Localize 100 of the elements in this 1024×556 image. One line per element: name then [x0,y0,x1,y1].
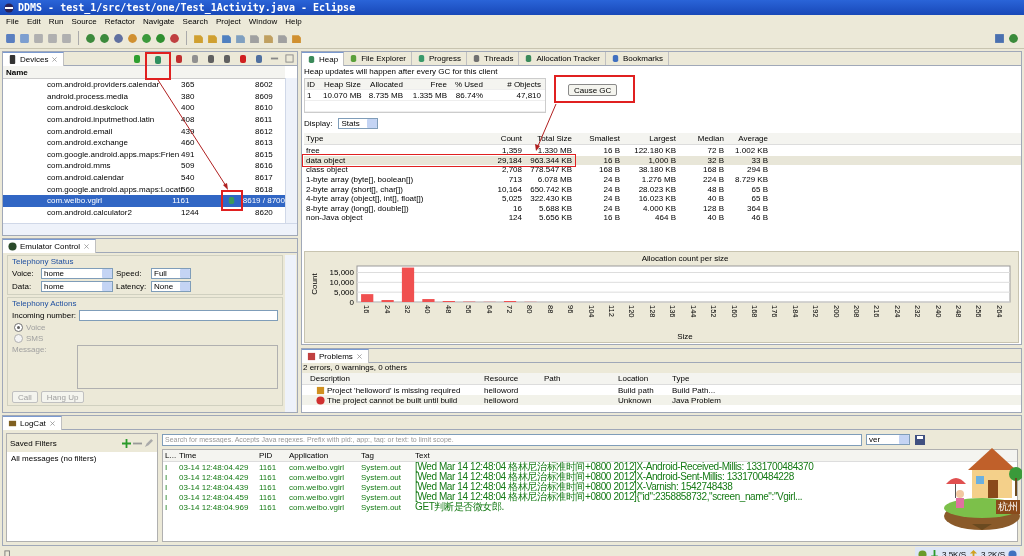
table-cell-text: System.out [360,502,402,512]
table-cell-text: 540 [180,173,196,183]
dropdown[interactable]: None [151,281,191,292]
add-button[interactable] [121,437,132,449]
level-dropdown[interactable]: ver [866,434,910,445]
toolbar-button[interactable] [4,31,17,45]
column-header[interactable]: Total Size [524,134,574,143]
column-header[interactable]: Allocated [363,79,405,89]
perspective-button[interactable] [1007,31,1020,45]
table-cell-text: 1161 [171,196,191,206]
view-tab[interactable]: Progress [412,52,468,65]
perspective-button[interactable] [993,31,1006,45]
tick-label: 5,000 [333,288,354,298]
column-header[interactable]: Application [287,451,359,460]
close-icon[interactable] [48,419,56,427]
column-header[interactable]: Name [3,67,28,77]
column-header[interactable]: Count [474,134,524,143]
view-tab[interactable]: Threads [467,52,520,65]
input-field[interactable] [79,310,278,321]
dropdown[interactable]: home [41,268,113,279]
menu-item[interactable]: Search [178,17,212,26]
menu-item[interactable]: Edit [22,17,45,26]
column-header[interactable]: Resource [482,374,542,383]
cause-gc-button[interactable]: Cause GC [568,84,618,96]
logcat-icon [8,418,17,428]
filter-item[interactable]: All messages (no filters) [11,454,97,463]
toolbar-button[interactable] [168,31,181,45]
table-cell-text: 400 [180,103,196,113]
scrollbar[interactable] [3,223,297,235]
table-cell-text: 29,184 [496,155,523,165]
toolbar-button[interactable] [140,31,153,45]
menu-item[interactable]: Source [67,17,101,26]
close-icon[interactable] [355,352,363,360]
column-header[interactable]: Time [177,451,257,460]
dropdown[interactable]: home [41,281,113,292]
table-row[interactable]: class object 2,708 778.547 KB 168 B 38.180 KB 168 B 294 B [304,165,1021,175]
column-header[interactable]: Free [405,79,449,89]
view-tab[interactable]: Allocation Tracker [519,52,606,65]
dropdown[interactable]: Full [151,268,191,279]
column-header[interactable]: ID [305,79,321,89]
view-tab[interactable]: Devices [3,52,65,66]
column-header[interactable]: Largest [622,134,678,143]
edit-button[interactable] [143,437,154,449]
column-header[interactable]: Median [678,134,726,143]
column-header[interactable]: Type [670,374,730,383]
column-header[interactable]: # Objects [485,79,543,89]
column-header[interactable]: Smallest [574,134,622,143]
column-header[interactable]: Path [542,374,616,383]
close-icon[interactable] [83,242,91,250]
fast-view-icon[interactable] [4,549,13,556]
column-header[interactable]: Tag [359,451,413,460]
cylinder-icon [174,53,184,64]
cylinder-icon [206,53,216,64]
column-header[interactable]: Type [304,134,474,143]
view-tab[interactable]: LogCat [3,416,62,430]
menu-item[interactable]: Refactor [100,17,139,26]
table-cell-text: 491 [180,149,196,159]
toolbar-button[interactable] [98,31,111,45]
column-header[interactable]: Description [302,374,482,383]
menu-item[interactable]: File [2,17,23,26]
chart-title: Allocation count per size [641,254,729,263]
toolbar-button[interactable] [18,31,31,45]
table-row[interactable]: non-Java object 124 5.656 KB 16 B 464 B 40 B 46 B [304,213,1021,223]
table-cell-text: com.android.exchange [46,138,129,148]
column-header[interactable]: Heap Size [321,79,363,89]
cylinder-icon [153,55,163,65]
column-header[interactable]: % Used [449,79,485,89]
close-icon[interactable] [51,55,59,63]
table-cell-text: 5,025 [500,194,523,204]
menu-item[interactable]: Window [244,17,282,26]
maximize-button[interactable] [282,53,297,64]
column-header[interactable]: PID [257,451,287,460]
column-header[interactable]: Average [726,134,770,143]
table-row[interactable]: 8-byte array (long[], double[]) 16 5.688 KB 24 B 4.000 KB 128 B 364 B [304,203,1021,214]
table-row[interactable]: 1-byte array (byte[], boolean[]) 713 6.078 MB 24 B 1.276 MB 224 B 8.729 KB [304,174,1021,185]
toolbar-button[interactable] [126,31,139,45]
dropdown[interactable]: Stats [338,117,379,129]
toolbar-button[interactable] [154,31,167,45]
menu-item[interactable]: Navigate [138,17,179,26]
scrollbar[interactable] [285,255,296,412]
table-row[interactable]: 2-byte array (short[], char[]) 10,164 650.742 KB 24 B 28.023 KB 48 B 65 B [304,184,1021,194]
menu-item[interactable]: Run [44,17,68,26]
view-tab[interactable]: Bookmarks [606,52,669,65]
toolbar-button[interactable] [112,31,125,45]
table-row[interactable]: data object 29,184 963.344 KB 16 B 1,000 B 32 B 33 B [304,155,1021,166]
view-tab[interactable]: Emulator Control [3,239,97,253]
table-row[interactable]: 4-byte array (object[], int[], float[]) 5,025 322.430 KB 24 B 16.023 KB 40 B 65 B [304,193,1021,204]
column-header[interactable]: Location [616,374,670,383]
table-cell: 8615 [255,149,273,159]
view-tab[interactable]: Heap [302,52,345,66]
menu-item[interactable]: Project [211,17,245,26]
view-tab[interactable]: Problems [302,349,369,363]
menu-item[interactable]: Help [281,17,306,26]
scrollbar[interactable] [285,78,297,223]
table-row[interactable]: free 1,359 1.330 MB 16 B 122.180 KB 72 B 1.002 KB [304,146,1021,156]
toolbar-button[interactable] [84,31,97,45]
column-header[interactable]: L... [163,451,177,460]
save-button[interactable] [914,433,926,446]
column-header[interactable]: Text [413,451,432,460]
view-tab[interactable]: File Explorer [344,52,413,65]
